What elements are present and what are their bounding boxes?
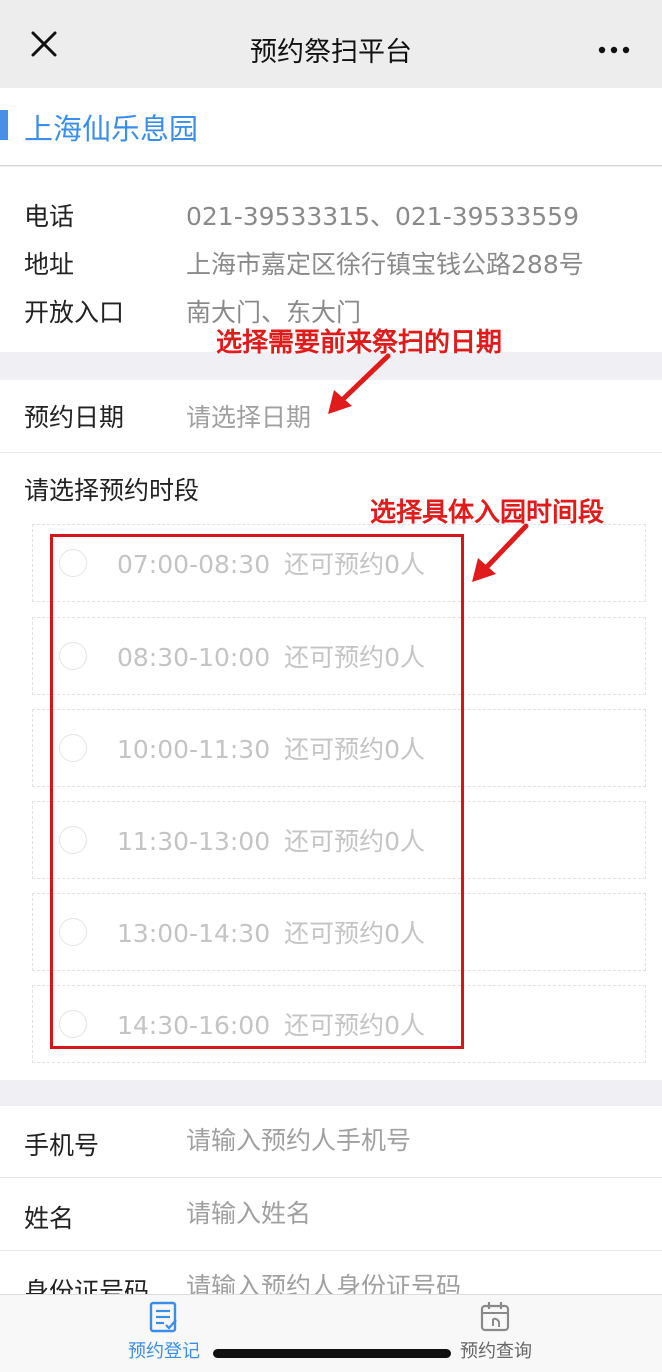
tab-query[interactable]: 预约查询 bbox=[436, 1299, 556, 1363]
mobile-input[interactable] bbox=[186, 1126, 626, 1155]
bottom-tab-bar: 预约登记 预约查询 bbox=[0, 1294, 662, 1372]
divider bbox=[0, 1250, 662, 1251]
divider bbox=[0, 452, 662, 453]
slot-section-title: 请选择预约时段 bbox=[24, 476, 200, 505]
arrow-icon bbox=[328, 353, 391, 414]
page-title: 预约祭扫平台 bbox=[250, 37, 412, 68]
accent-bar bbox=[0, 110, 8, 140]
address-label: 地址 bbox=[24, 250, 75, 279]
cemetery-header: 上海仙乐息园 bbox=[0, 88, 662, 166]
tab-register[interactable]: 预约登记 bbox=[104, 1299, 224, 1363]
phone-value[interactable]: 021-39533315、021-39533559 bbox=[186, 197, 579, 233]
nav-bar: 预约祭扫平台 bbox=[0, 0, 662, 88]
phone-label: 电话 bbox=[24, 202, 75, 231]
cemetery-name: 上海仙乐息园 bbox=[24, 112, 199, 146]
name-input[interactable] bbox=[186, 1199, 626, 1228]
tab-query-label: 预约查询 bbox=[460, 1341, 532, 1362]
tab-register-label: 预约登记 bbox=[128, 1341, 200, 1362]
arrow-icon bbox=[472, 523, 529, 582]
date-label: 预约日期 bbox=[24, 403, 125, 432]
mobile-label: 手机号 bbox=[24, 1131, 100, 1160]
divider bbox=[0, 1177, 662, 1178]
date-picker[interactable]: 请选择日期 bbox=[186, 398, 311, 434]
name-label: 姓名 bbox=[24, 1204, 75, 1233]
phone-row: 手机号 bbox=[0, 1106, 662, 1178]
home-indicator bbox=[213, 1349, 451, 1358]
address-value: 上海市嘉定区徐行镇宝钱公路288号 bbox=[186, 250, 584, 279]
more-icon bbox=[598, 46, 630, 54]
name-row: 姓名 bbox=[0, 1179, 662, 1251]
calendar-icon bbox=[480, 1302, 510, 1332]
register-icon bbox=[149, 1301, 177, 1333]
more-button[interactable] bbox=[596, 28, 636, 60]
contact-form: 手机号 姓名 身份证号码 bbox=[0, 1106, 662, 1306]
entrance-label: 开放入口 bbox=[24, 298, 125, 327]
highlight-frame bbox=[50, 534, 464, 1049]
